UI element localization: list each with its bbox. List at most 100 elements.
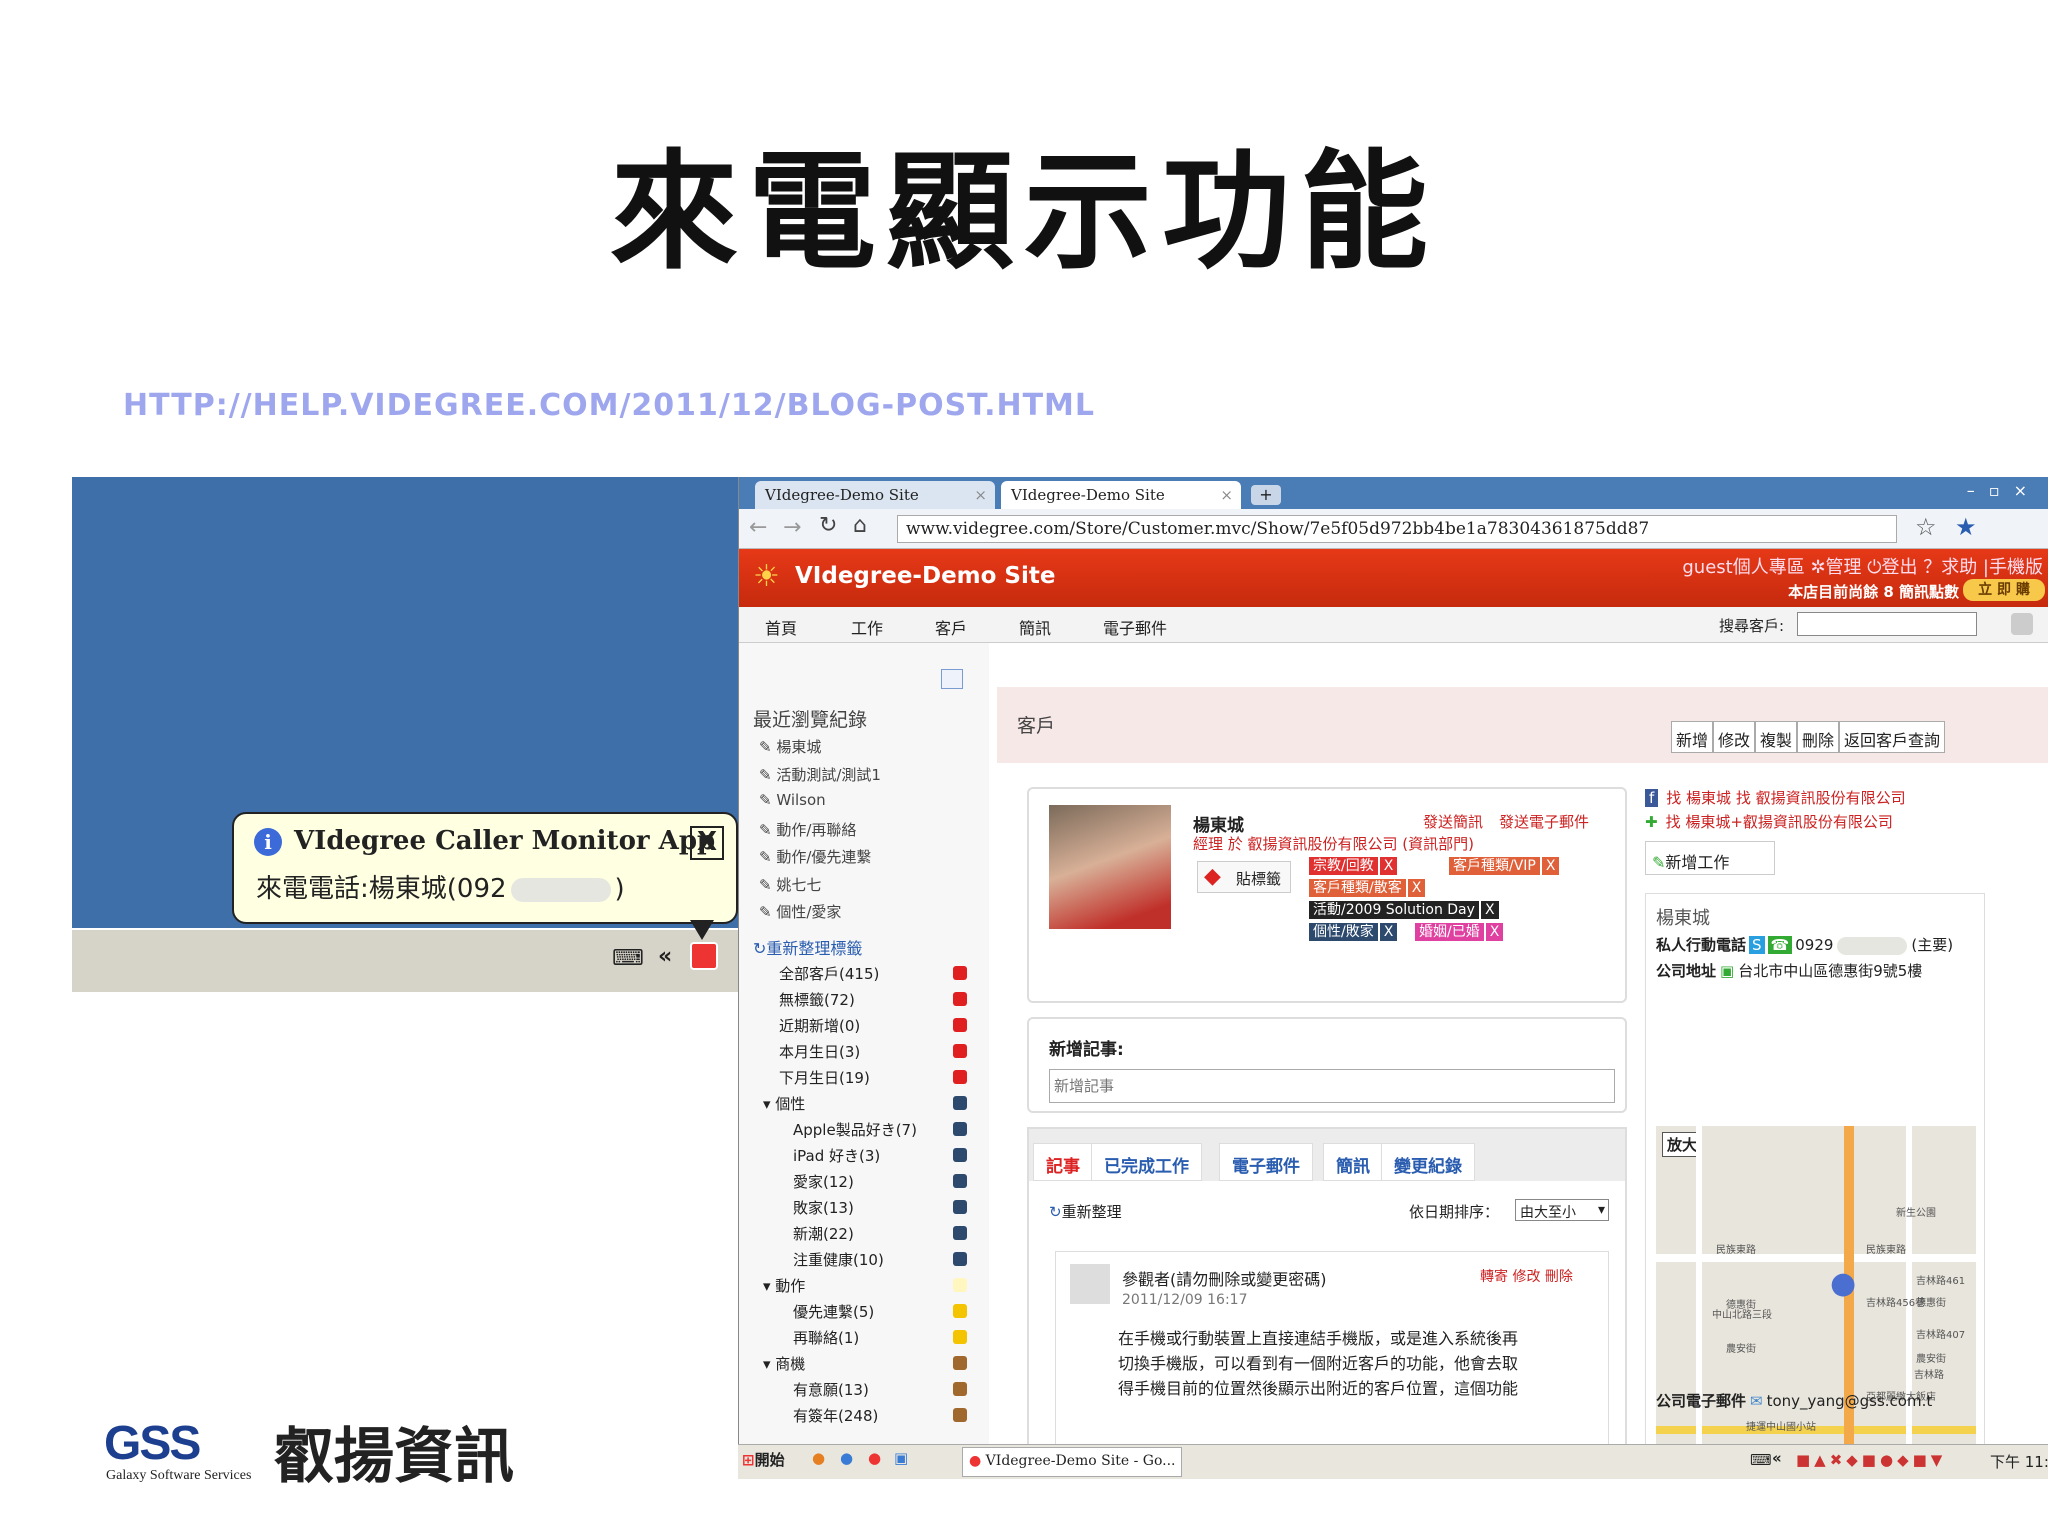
back-icon[interactable]: ← <box>749 515 767 540</box>
tag-item[interactable]: 下月生日(19) <box>779 1067 870 1088</box>
extension-star-icon[interactable]: ★ <box>1955 513 1977 541</box>
caller-monitor-tray-icon[interactable] <box>690 942 718 970</box>
close-tab-icon[interactable]: × <box>974 486 987 504</box>
remove-tag-icon[interactable]: X <box>1480 901 1499 919</box>
copy-button[interactable]: 複製 <box>1755 721 1798 753</box>
taskbar-window-button[interactable]: ● VIdegree-Demo Site - Go... <box>962 1447 1182 1477</box>
recent-item[interactable]: ✎ 姚七七 <box>759 874 821 895</box>
facebook-search[interactable]: f找 楊東城 找 叡揚資訊股份有限公司 <box>1645 787 1906 808</box>
caller-notification-balloon[interactable]: i VIdegree Caller Monitor App X 來電電話:楊東城(… <box>232 812 738 924</box>
add-button[interactable]: 新增 <box>1671 721 1714 753</box>
remove-tag-icon[interactable]: X <box>1541 857 1560 875</box>
tag-item[interactable]: 無標籤(72) <box>779 989 855 1010</box>
tag-item[interactable]: 敗家(13) <box>793 1197 854 1218</box>
recent-item[interactable]: ✎ 動作/優先連繫 <box>759 846 871 867</box>
tab-sms[interactable]: 簡訊 <box>1323 1143 1383 1181</box>
tag-item[interactable]: 新潮(22) <box>793 1223 854 1244</box>
home-icon[interactable]: ⌂ <box>853 513 867 538</box>
send-sms-link[interactable]: 發送簡訊 <box>1423 811 1483 832</box>
close-button[interactable]: X <box>690 826 724 860</box>
tab-change-log[interactable]: 變更紀錄 <box>1381 1143 1475 1181</box>
nav-email[interactable]: 電子郵件 <box>1103 615 1167 639</box>
nav-work[interactable]: 工作 <box>851 615 883 639</box>
tag-item[interactable]: Apple製品好き(7) <box>793 1119 917 1140</box>
header-links[interactable]: guest個人專區 ✲管理 ⏻登出 ？求助 |手機版 <box>1682 553 2043 579</box>
windows-switch-icon[interactable]: ▣ <box>894 1449 908 1467</box>
tag-item[interactable]: iPad 好き(3) <box>793 1145 880 1166</box>
tag-item[interactable]: 再聯絡(1) <box>793 1327 859 1348</box>
keyboard-icon[interactable]: ⌨ <box>612 946 644 971</box>
new-note-input[interactable] <box>1049 1069 1615 1103</box>
customer-tag[interactable]: 客戶種類/散客 X <box>1309 877 1426 897</box>
map-marker-icon[interactable]: ● <box>1830 1266 1856 1301</box>
chrome-icon[interactable]: ● <box>868 1449 881 1467</box>
customer-tag[interactable]: 宗教/回教 X <box>1309 855 1398 875</box>
recent-item[interactable]: ✎ 個性/愛家 <box>759 901 841 922</box>
note-actions[interactable]: 轉寄 修改 刪除 <box>1480 1266 1573 1286</box>
tab-completed-work[interactable]: 已完成工作 <box>1091 1143 1202 1181</box>
job-title[interactable]: 經理 於 叡揚資訊股份有限公司 (資訊部門) <box>1193 833 1474 854</box>
recent-item[interactable]: ✎ 楊東城 <box>759 736 821 757</box>
firefox-icon[interactable]: ● <box>812 1449 825 1467</box>
tray-icons[interactable]: ■▲✖◆■●◆■▼ <box>1796 1451 1946 1469</box>
customer-tag[interactable]: 活動/2009 Solution Day X <box>1309 899 1499 919</box>
tag-item[interactable]: 有意願(13) <box>793 1379 869 1400</box>
ie-icon[interactable]: ● <box>840 1449 853 1467</box>
tag-item[interactable]: 注重健康(10) <box>793 1249 884 1270</box>
new-task-button[interactable]: ✎新增工作 <box>1645 841 1775 875</box>
site-name[interactable]: VIdegree-Demo Site <box>795 563 1055 589</box>
recent-item[interactable]: ✎ 活動測試/測試1 <box>759 764 881 785</box>
keyboard-icon[interactable]: ⌨ <box>1750 1451 1772 1469</box>
buy-now-button[interactable]: 立 即 購 <box>1963 579 2045 601</box>
tag-item[interactable]: ▾ 個性 <box>763 1093 805 1114</box>
tray-expand-icon[interactable]: « <box>658 944 672 969</box>
recent-item[interactable]: ✎ Wilson <box>759 791 826 809</box>
url-field[interactable]: www.videgree.com/Store/Customer.mvc/Show… <box>897 515 1897 543</box>
remove-tag-icon[interactable]: X <box>1379 923 1398 941</box>
customer-tag[interactable]: 客戶種類/VIP X <box>1449 855 1560 875</box>
tag-item[interactable]: 有簽年(248) <box>793 1405 878 1426</box>
delete-button[interactable]: 刪除 <box>1797 721 1840 753</box>
browser-tab-active[interactable]: VIdegree-Demo Site × <box>1001 481 1241 509</box>
back-to-search-button[interactable]: 返回客戶查詢 <box>1839 721 1946 753</box>
tag-item[interactable]: ▾ 商機 <box>763 1353 805 1374</box>
nav-sms[interactable]: 簡訊 <box>1019 615 1051 639</box>
tag-item[interactable]: 全部客戶(415) <box>779 963 879 984</box>
reload-icon[interactable]: ↻ <box>819 513 837 538</box>
customer-search-input[interactable] <box>1797 612 1977 636</box>
nav-home[interactable]: 首頁 <box>765 615 797 639</box>
send-email-link[interactable]: 發送電子郵件 <box>1499 811 1589 832</box>
nav-customer[interactable]: 客戶 <box>935 615 967 639</box>
tag-item[interactable]: ▾ 動作 <box>763 1275 805 1296</box>
tag-item[interactable]: 近期新增(0) <box>779 1015 860 1036</box>
tray-expand-icon[interactable]: « <box>1772 1449 1782 1467</box>
tag-item[interactable]: 愛家(12) <box>793 1171 854 1192</box>
google-search[interactable]: ✚ 找 楊東城+叡揚資訊股份有限公司 <box>1645 811 1893 832</box>
phone-icon[interactable]: ☎ <box>1767 936 1793 954</box>
tab-notes[interactable]: 記事 <box>1033 1143 1093 1181</box>
new-tab-button[interactable]: + <box>1251 485 1281 505</box>
bookmark-star-icon[interactable]: ☆ <box>1915 513 1937 541</box>
customer-tag[interactable]: 婚姻/已婚 X <box>1415 921 1504 941</box>
refresh-tags[interactable]: ↻重新整理標籤 <box>753 935 862 959</box>
edit-button[interactable]: 修改 <box>1713 721 1756 753</box>
sidebar-collapse-icon[interactable] <box>941 669 963 689</box>
window-controls[interactable]: –▫× <box>1967 481 2041 500</box>
remove-tag-icon[interactable]: X <box>1485 923 1504 941</box>
skype-icon[interactable]: S <box>1749 936 1765 954</box>
slide-url[interactable]: HTTP://HELP.VIDEGREE.COM/2011/12/BLOG-PO… <box>123 388 1095 423</box>
start-button[interactable]: ⊞開始 <box>742 1449 785 1470</box>
browser-tab[interactable]: VIdegree-Demo Site × <box>755 481 995 509</box>
tag-item[interactable]: 優先連繫(5) <box>793 1301 874 1322</box>
tab-email[interactable]: 電子郵件 <box>1219 1143 1313 1181</box>
search-button[interactable] <box>2011 613 2033 635</box>
map-view[interactable]: 放大 ● 新生公園 民族東路 民族東路 吉林路461 吉林路456巷 德惠街 德惠街 吉林路4… <box>1656 1126 1976 1479</box>
tag-button[interactable]: ◆ 貼標籤 <box>1197 861 1291 893</box>
close-tab-icon[interactable]: × <box>1220 486 1233 504</box>
remove-tag-icon[interactable]: X <box>1379 857 1398 875</box>
refresh-notes[interactable]: ↻重新整理 <box>1049 1201 1122 1222</box>
recent-item[interactable]: ✎ 動作/再聯絡 <box>759 819 856 840</box>
remove-tag-icon[interactable]: X <box>1407 879 1426 897</box>
sort-select[interactable]: 由大至小 ▾ <box>1515 1199 1609 1221</box>
forward-icon[interactable]: → <box>783 515 801 540</box>
